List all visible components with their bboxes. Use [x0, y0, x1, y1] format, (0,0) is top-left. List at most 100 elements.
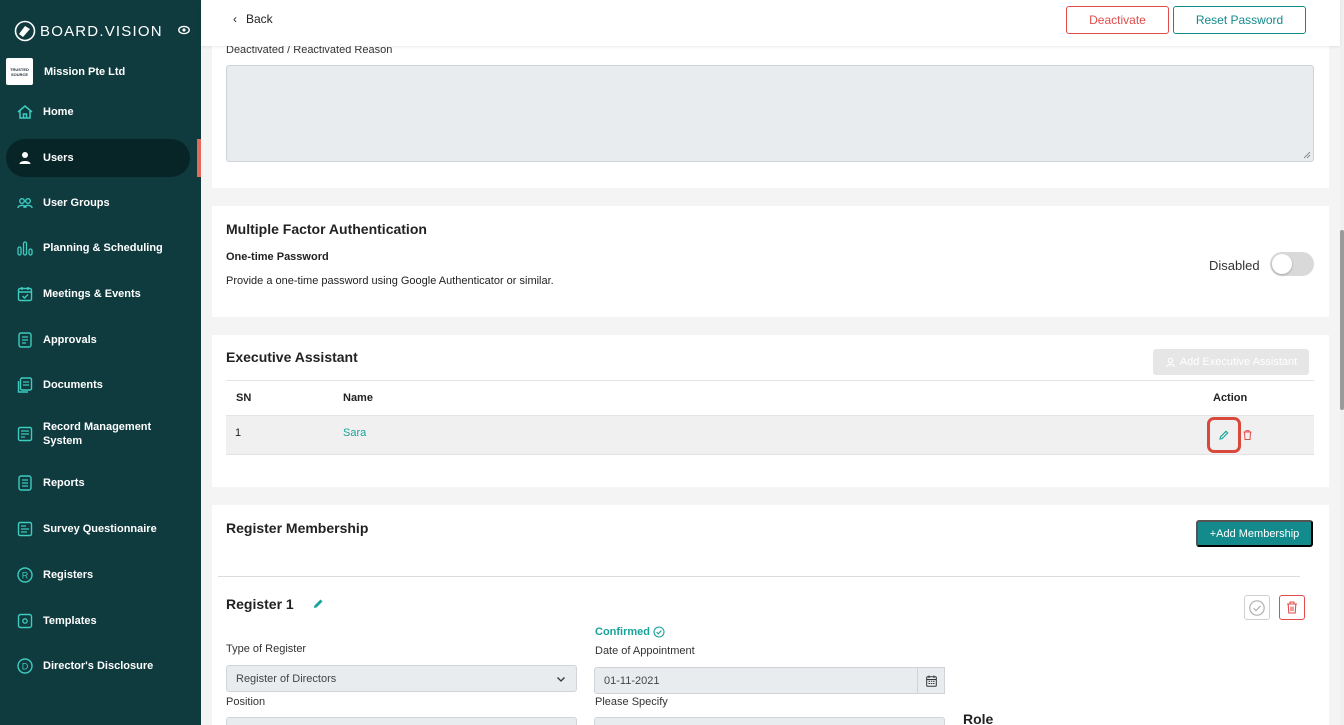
column-header-sn: SN — [236, 392, 252, 404]
sidebar-item-label: Registers — [43, 569, 94, 581]
back-link[interactable]: ‹ Back — [233, 12, 273, 26]
confirm-register-button[interactable] — [1244, 595, 1270, 620]
sidebar-item-label: Documents — [43, 379, 103, 391]
confirmed-status: Confirmed — [595, 626, 665, 638]
register-title: Register 1 — [226, 596, 294, 612]
sidebar-item-label: Meetings & Events — [43, 288, 141, 300]
home-icon — [15, 102, 35, 122]
sidebar-item-directors-disclosure[interactable]: D Director's Disclosure — [6, 647, 190, 685]
sidebar: BOARD.VISION TRUSTED SOURCE Mission Pte … — [0, 0, 201, 725]
resize-handle-icon[interactable] — [1303, 151, 1311, 159]
position-input[interactable] — [226, 717, 577, 725]
sidebar-item-user-groups[interactable]: User Groups — [6, 184, 190, 222]
add-membership-button[interactable]: +Add Membership — [1196, 520, 1313, 547]
check-circle-icon — [653, 626, 665, 638]
disclosure-icon: D — [15, 656, 35, 676]
sidebar-item-registers[interactable]: R Registers — [6, 556, 190, 594]
add-executive-assistant-button[interactable]: Add Executive Assistant — [1153, 349, 1309, 375]
sidebar-item-label: Director's Disclosure — [43, 660, 154, 672]
bars-icon — [15, 238, 35, 258]
please-specify-input[interactable] — [594, 717, 945, 725]
trash-icon — [1287, 601, 1297, 614]
org-logo: TRUSTED SOURCE — [6, 58, 33, 85]
sidebar-item-survey[interactable]: Survey Questionnaire — [6, 510, 190, 548]
row-name-link[interactable]: Sara — [343, 427, 366, 439]
reason-textarea[interactable] — [226, 65, 1314, 162]
documents-icon — [15, 375, 35, 395]
otp-description: Provide a one-time password using Google… — [226, 275, 554, 287]
please-specify-label: Please Specify — [595, 696, 668, 708]
otp-title: One-time Password — [226, 251, 329, 263]
templates-icon — [15, 611, 35, 631]
reset-password-button[interactable]: Reset Password — [1173, 6, 1306, 34]
eye-toggle-icon[interactable] — [178, 24, 190, 36]
calendar-button[interactable] — [918, 667, 945, 694]
confirmed-label: Confirmed — [595, 626, 650, 638]
sidebar-item-templates[interactable]: Templates — [6, 602, 190, 640]
approval-doc-icon — [15, 330, 35, 350]
sidebar-item-documents[interactable]: Documents — [6, 366, 190, 404]
sidebar-item-approvals[interactable]: Approvals — [6, 321, 190, 359]
survey-icon — [15, 519, 35, 539]
delete-register-button[interactable] — [1279, 595, 1305, 620]
sidebar-item-users[interactable]: Users — [6, 139, 190, 177]
type-of-register-value: Register of Directors — [236, 672, 337, 685]
type-of-register-label: Type of Register — [226, 643, 307, 655]
register-membership-title: Register Membership — [226, 520, 369, 536]
row-sn: 1 — [235, 427, 242, 439]
users-group-icon — [15, 193, 35, 213]
toggle-knob — [1272, 254, 1292, 274]
scrollbar-thumb[interactable] — [1340, 230, 1344, 410]
calendar-icon — [15, 284, 35, 304]
top-bar — [201, 0, 1340, 46]
date-of-appointment-label: Date of Appointment — [595, 645, 695, 657]
sidebar-item-label: Reports — [43, 477, 85, 489]
sidebar-item-reports[interactable]: Reports — [6, 464, 190, 502]
trash-icon[interactable] — [1242, 429, 1253, 441]
sidebar-item-label: Approvals — [43, 334, 97, 346]
sidebar-item-label: Survey Questionnaire — [43, 523, 157, 535]
ea-table-header: SN Name Action — [226, 380, 1314, 416]
chevron-down-icon — [557, 677, 565, 682]
check-circle-icon — [1249, 599, 1265, 616]
sidebar-item-label: Home — [43, 106, 74, 118]
brand-name: BOARD.VISION — [40, 22, 163, 40]
sidebar-item-label: Users — [43, 152, 74, 164]
sidebar-item-meetings[interactable]: Meetings & Events — [6, 275, 190, 313]
brand-logo[interactable]: BOARD.VISION — [14, 20, 192, 42]
type-of-register-select[interactable]: Register of Directors — [226, 665, 577, 692]
back-label: Back — [246, 12, 273, 26]
sidebar-item-label: Templates — [43, 615, 97, 627]
date-of-appointment-input[interactable]: 01-11-2021 — [594, 667, 918, 694]
mfa-status-label: Disabled — [1209, 258, 1260, 273]
section-divider — [218, 576, 1300, 577]
org-switcher[interactable]: TRUSTED SOURCE Mission Pte Ltd — [6, 58, 125, 85]
position-label: Position — [226, 696, 266, 708]
org-logo-text: TRUSTED SOURCE — [10, 66, 29, 77]
sidebar-item-label: Record Management System — [43, 421, 152, 447]
svg-text:R: R — [22, 571, 29, 581]
brand-mark-icon — [14, 20, 36, 42]
report-icon — [15, 473, 35, 493]
add-executive-assistant-label: Add Executive Assistant — [1179, 356, 1298, 368]
mfa-toggle[interactable] — [1270, 252, 1314, 276]
table-row: 1 Sara — [226, 416, 1314, 455]
record-icon — [15, 424, 35, 444]
sidebar-item-planning[interactable]: Planning & Scheduling — [6, 229, 190, 267]
user-icon — [15, 148, 35, 168]
add-user-icon — [1165, 357, 1175, 367]
edit-register-icon[interactable] — [312, 597, 325, 610]
edit-highlight-box — [1207, 417, 1241, 453]
mfa-title: Multiple Factor Authentication — [226, 221, 427, 237]
column-header-action: Action — [1213, 392, 1248, 404]
registers-icon: R — [15, 565, 35, 585]
chevron-left-icon: ‹ — [233, 12, 237, 26]
active-indicator — [197, 139, 201, 177]
date-of-appointment-value: 01-11-2021 — [604, 674, 660, 687]
sidebar-item-home[interactable]: Home — [6, 93, 190, 131]
sidebar-item-record-management[interactable]: Record Management System — [6, 414, 190, 454]
calendar-icon — [925, 675, 937, 687]
svg-text:D: D — [22, 662, 29, 672]
sidebar-item-label: Planning & Scheduling — [43, 242, 163, 254]
deactivate-button[interactable]: Deactivate — [1066, 6, 1169, 34]
